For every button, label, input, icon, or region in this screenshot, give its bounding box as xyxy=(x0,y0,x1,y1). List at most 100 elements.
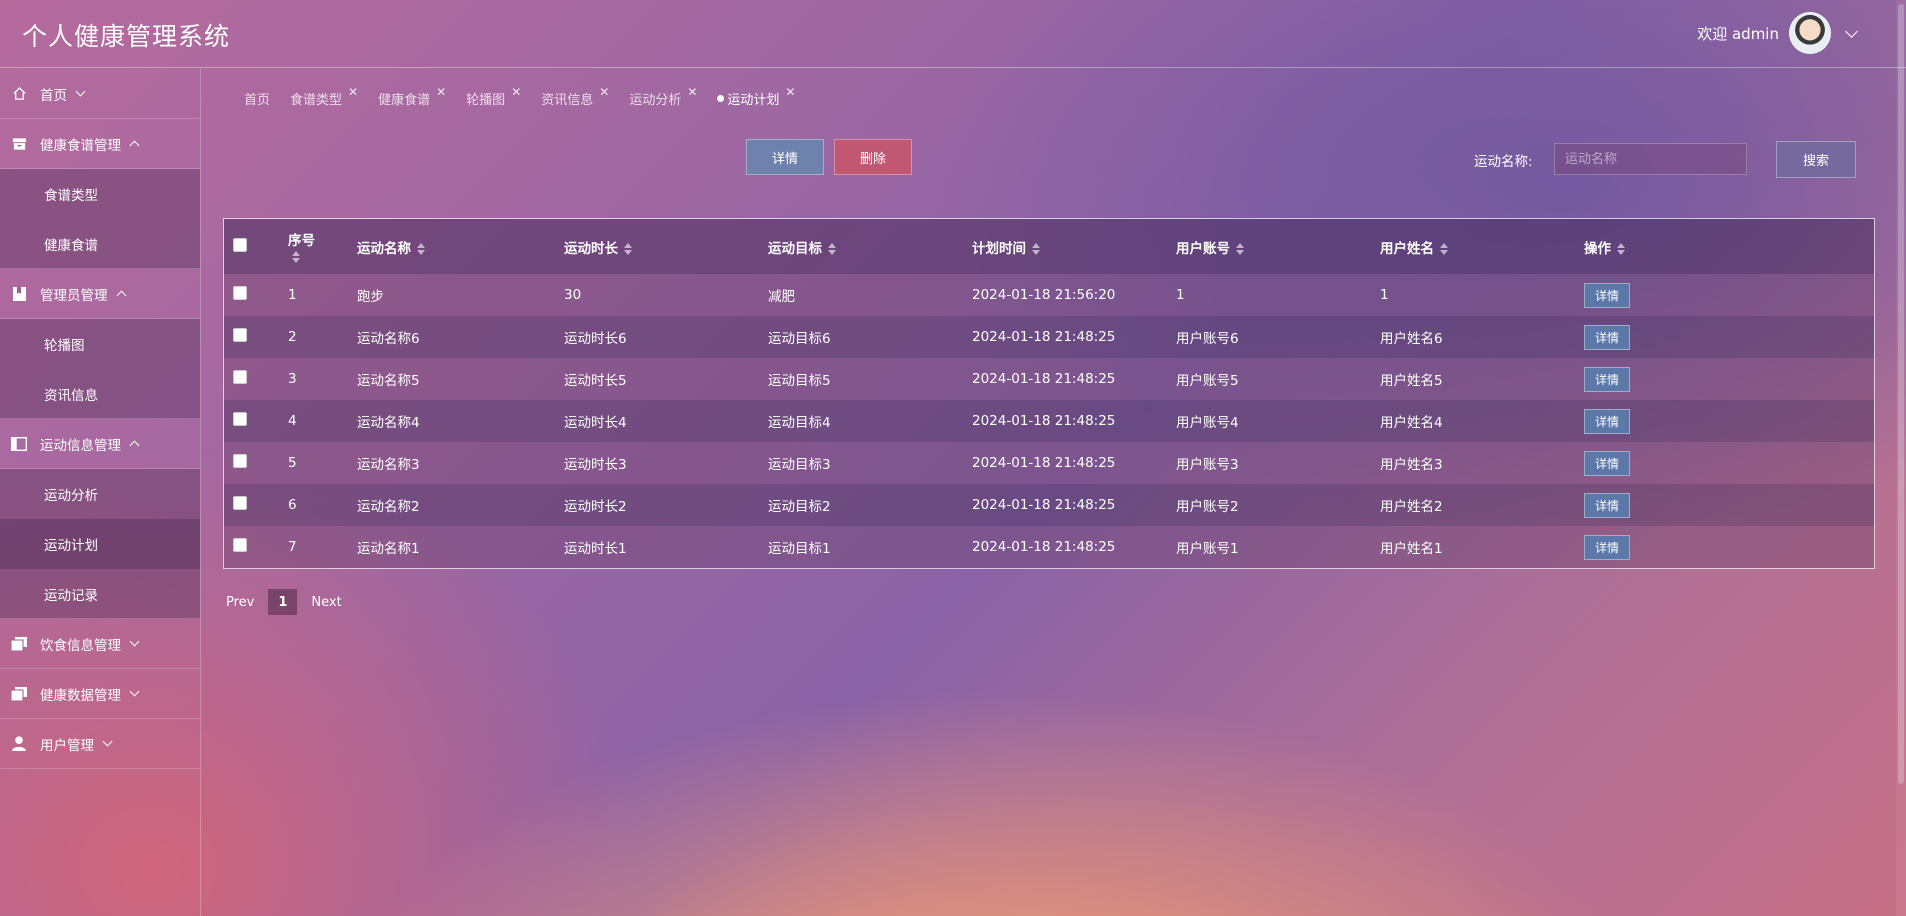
column-header[interactable]: 操作 xyxy=(1584,219,1874,274)
sidebar-item-exercise-management[interactable]: 运动信息管理 xyxy=(0,419,200,469)
avatar[interactable] xyxy=(1789,12,1831,54)
close-icon[interactable]: ✕ xyxy=(599,85,609,99)
sort-icon[interactable] xyxy=(1236,242,1244,255)
sidebar-item-recipe-type[interactable]: 食谱类型 xyxy=(0,169,200,219)
row-detail-button[interactable]: 详情 xyxy=(1584,492,1630,518)
tab-carousel[interactable]: 轮播图 ✕ xyxy=(466,85,521,110)
sort-icon[interactable] xyxy=(1032,242,1040,255)
page-number[interactable]: 1 xyxy=(268,589,298,615)
sidebar-item-healthy-recipe[interactable]: 健康食谱 xyxy=(0,219,200,269)
search-label: 运动名称: xyxy=(1474,154,1533,170)
row-checkbox[interactable] xyxy=(233,328,247,342)
app-title: 个人健康管理系统 xyxy=(22,22,231,51)
detail-button[interactable]: 详情 xyxy=(746,139,824,175)
tab-exercise-plan[interactable]: 运动计划 ✕ xyxy=(717,85,795,110)
close-icon[interactable]: ✕ xyxy=(436,85,446,99)
tab-recipe-type[interactable]: 食谱类型 ✕ xyxy=(290,85,358,110)
column-header[interactable]: 计划时间 xyxy=(972,219,1176,274)
sidebar-item-label: 资讯信息 xyxy=(44,387,98,404)
row-checkbox[interactable] xyxy=(233,538,247,552)
cell-duration: 运动时长1 xyxy=(564,541,627,557)
top-header: 个人健康管理系统 欢迎 admin xyxy=(0,0,1906,68)
sidebar-item-label: 轮播图 xyxy=(44,338,85,354)
tab-home[interactable]: 首页 xyxy=(244,86,270,110)
row-checkbox[interactable] xyxy=(233,370,247,384)
chevron-up-icon xyxy=(116,290,126,301)
cell-user-name: 1 xyxy=(1380,287,1389,303)
cell-goal: 运动目标1 xyxy=(768,541,831,557)
row-checkbox[interactable] xyxy=(233,286,247,300)
column-header[interactable]: 序号 xyxy=(288,219,357,274)
sidebar-item-user-management[interactable]: 用户管理 xyxy=(0,719,200,769)
cell-index: 4 xyxy=(288,413,297,429)
sidebar-item-label: 运动计划 xyxy=(44,538,98,554)
sort-icon[interactable] xyxy=(624,242,632,255)
submenu-exercise: 运动分析 运动计划 运动记录 xyxy=(0,469,200,619)
sidebar-item-label: 运动分析 xyxy=(44,488,98,504)
close-icon[interactable]: ✕ xyxy=(511,85,521,99)
row-detail-button[interactable]: 详情 xyxy=(1584,534,1630,560)
chevron-down-icon[interactable] xyxy=(1845,24,1858,38)
column-header[interactable]: 用户账号 xyxy=(1176,219,1380,274)
sidebar-item-recipe-management[interactable]: 健康食谱管理 xyxy=(0,119,200,169)
cell-user-account: 用户账号1 xyxy=(1176,541,1239,557)
search-button[interactable]: 搜索 xyxy=(1776,141,1856,178)
search-input[interactable] xyxy=(1554,143,1747,175)
vertical-scrollbar[interactable] xyxy=(1896,0,1906,916)
cell-duration: 运动时长5 xyxy=(564,373,627,389)
row-checkbox[interactable] xyxy=(233,412,247,426)
sidebar-item-carousel[interactable]: 轮播图 xyxy=(0,319,200,369)
cell-exercise-name: 跑步 xyxy=(357,289,384,305)
row-detail-button[interactable]: 详情 xyxy=(1584,450,1630,476)
sidebar-item-exercise-analysis[interactable]: 运动分析 xyxy=(0,469,200,519)
tab-healthy-recipe[interactable]: 健康食谱 ✕ xyxy=(378,85,446,110)
tab-label: 运动分析 xyxy=(629,92,682,108)
close-icon[interactable]: ✕ xyxy=(348,85,358,99)
cell-index: 1 xyxy=(288,287,297,303)
cell-exercise-name: 运动名称2 xyxy=(357,499,420,515)
row-checkbox[interactable] xyxy=(233,454,247,468)
row-detail-button[interactable]: 详情 xyxy=(1584,282,1630,308)
sort-icon[interactable] xyxy=(828,242,836,255)
next-page-link[interactable]: Next xyxy=(311,595,341,610)
tab-exercise-analysis[interactable]: 运动分析 ✕ xyxy=(629,85,697,110)
row-checkbox[interactable] xyxy=(233,496,247,510)
sort-icon[interactable] xyxy=(1617,242,1625,255)
delete-button[interactable]: 删除 xyxy=(834,139,912,175)
stack-icon xyxy=(10,636,28,652)
scrollbar-thumb[interactable] xyxy=(1898,4,1904,784)
prev-page-link[interactable]: Prev xyxy=(226,595,254,610)
chevron-down-icon xyxy=(129,636,140,647)
tab-news[interactable]: 资讯信息 ✕ xyxy=(541,85,609,110)
sort-icon[interactable] xyxy=(292,250,300,263)
row-detail-button[interactable]: 详情 xyxy=(1584,324,1630,350)
sort-icon[interactable] xyxy=(1440,242,1448,255)
cell-exercise-name: 运动名称6 xyxy=(357,331,420,347)
sidebar-item-home[interactable]: 首页 xyxy=(0,69,200,119)
sidebar-item-admin-management[interactable]: 管理员管理 xyxy=(0,269,200,319)
sidebar-item-diet-management[interactable]: 饮食信息管理 xyxy=(0,619,200,669)
row-detail-button[interactable]: 详情 xyxy=(1584,366,1630,392)
sidebar-item-exercise-record[interactable]: 运动记录 xyxy=(0,569,200,619)
sidebar-item-news[interactable]: 资讯信息 xyxy=(0,369,200,419)
sidebar-item-label: 健康食谱管理 xyxy=(40,137,121,154)
select-all-checkbox[interactable] xyxy=(233,237,247,252)
column-header[interactable]: 运动目标 xyxy=(768,219,972,274)
tab-label: 资讯信息 xyxy=(541,92,594,108)
table-row: 6 运动名称2 运动时长2 运动目标2 2024-01-18 21:48:25 … xyxy=(224,484,1874,526)
sidebar-item-exercise-plan[interactable]: 运动计划 xyxy=(0,519,200,569)
sidebar-item-label: 运动记录 xyxy=(44,587,98,604)
cell-user-name: 用户姓名4 xyxy=(1380,415,1443,431)
row-detail-button[interactable]: 详情 xyxy=(1584,408,1630,434)
sidebar-item-health-data-management[interactable]: 健康数据管理 xyxy=(0,669,200,719)
cell-goal: 运动目标3 xyxy=(768,457,831,473)
user-menu[interactable]: 欢迎 admin xyxy=(1697,12,1858,54)
column-header[interactable]: 用户姓名 xyxy=(1380,219,1584,274)
column-header[interactable]: 运动名称 xyxy=(357,219,564,274)
cell-plan-time: 2024-01-18 21:48:25 xyxy=(972,371,1116,387)
close-icon[interactable]: ✕ xyxy=(687,85,697,99)
cell-user-account: 用户账号4 xyxy=(1176,415,1239,431)
column-header[interactable]: 运动时长 xyxy=(564,219,768,274)
close-icon[interactable]: ✕ xyxy=(785,85,795,99)
sort-icon[interactable] xyxy=(417,242,425,255)
